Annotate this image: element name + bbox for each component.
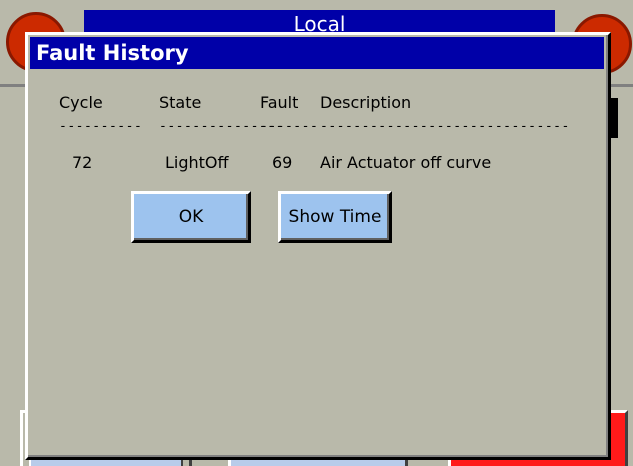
row-cycle: 72 xyxy=(72,153,93,172)
column-header-cycle: Cycle xyxy=(59,93,103,112)
ok-button[interactable]: OK xyxy=(131,191,251,243)
separator-fault: ------- xyxy=(260,119,319,134)
dialog-title: Fault History xyxy=(30,37,604,69)
row-fault: 69 xyxy=(272,153,293,172)
row-state: LightOff xyxy=(165,153,229,172)
fault-history-dialog: Fault History Cycle State Fault Descript… xyxy=(25,32,611,460)
column-header-fault: Fault xyxy=(260,93,299,112)
column-header-description: Description xyxy=(320,93,412,112)
separator-cycle: ---------- xyxy=(59,119,143,134)
separator-description: ------------------------------ xyxy=(320,119,570,134)
show-time-button[interactable]: Show Time xyxy=(278,191,392,243)
dialog-frame xyxy=(28,35,608,457)
column-header-state: State xyxy=(159,93,202,112)
row-description: Air Actuator off curve xyxy=(320,153,492,172)
